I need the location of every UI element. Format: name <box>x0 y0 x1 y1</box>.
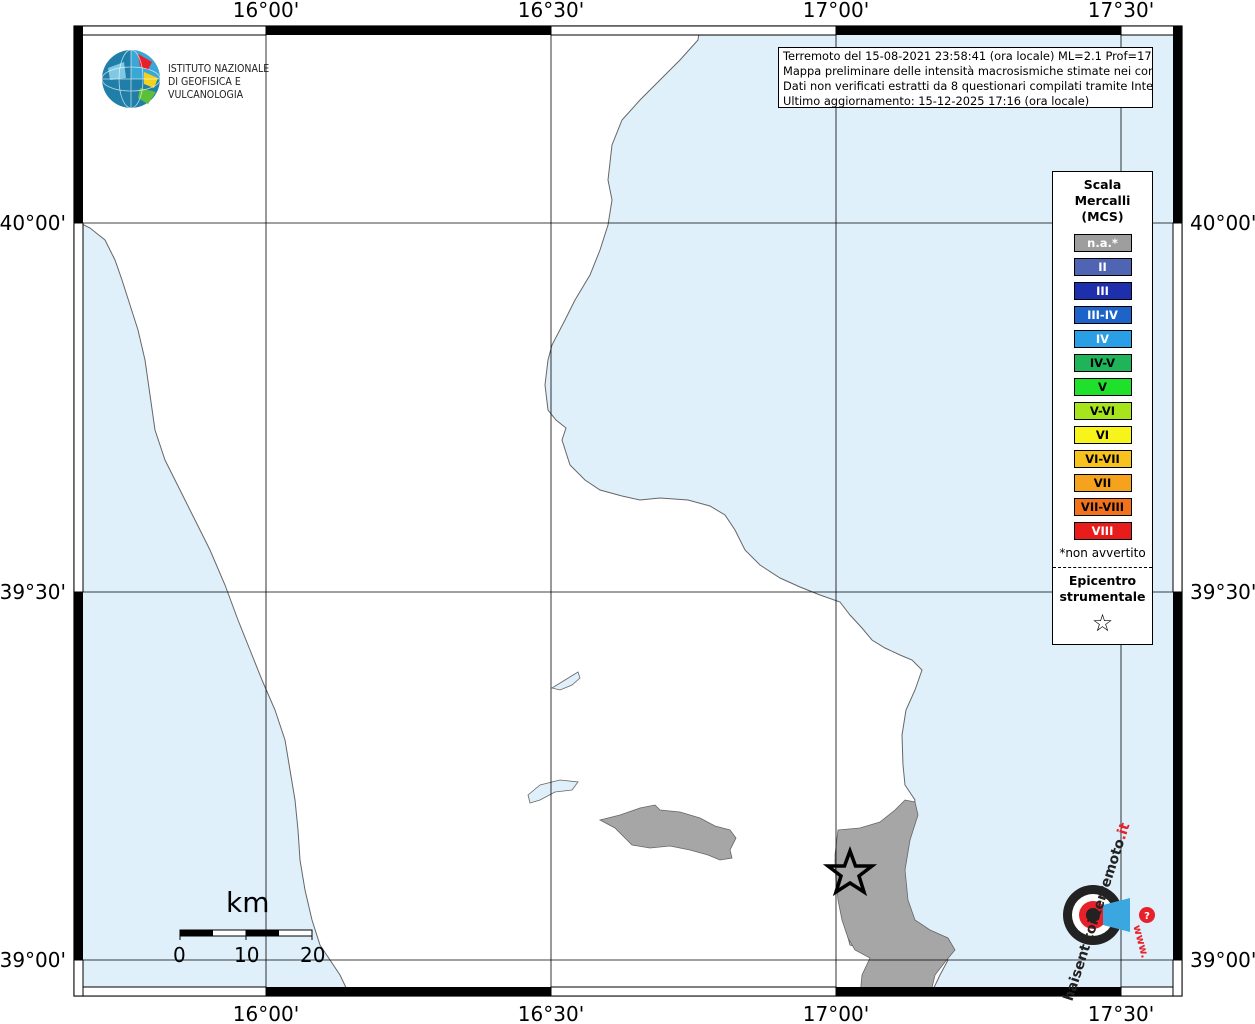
intensity-legend: Scala Mercalli (MCS) n.a.* II III III-IV IV I… <box>1052 171 1153 645</box>
legend-title-line3: (MCS) <box>1081 209 1124 224</box>
event-info-line3: Dati non verificati estratti da 8 questi… <box>783 79 1153 93</box>
legend-title: Scala Mercalli (MCS) <box>1053 177 1152 225</box>
scale-unit: km <box>226 886 270 919</box>
lon-tick-top-1: 16°00' <box>233 0 299 22</box>
legend-item: n.a.* <box>1073 234 1132 252</box>
legend-star-icon: ☆ <box>1091 609 1114 637</box>
event-info-line2: Mappa preliminare delle intensità macros… <box>783 64 1153 78</box>
legend-epicentre-label: Epicentro strumentale <box>1053 573 1152 605</box>
legend-item: VI-VII <box>1073 450 1132 468</box>
ingv-logo-line1: ISTITUTO NAZIONALE <box>168 63 270 75</box>
lon-tick-bottom-1: 16°00' <box>233 1002 299 1024</box>
legend-title-line2: Mercalli <box>1074 193 1131 208</box>
lon-tick-top-3: 17°00' <box>803 0 869 22</box>
legend-item: IV-V <box>1073 354 1132 372</box>
scale-label-10: 10 <box>234 943 260 967</box>
lon-tick-bottom-4: 17°30' <box>1088 1002 1154 1024</box>
lon-tick-top-2: 16°30' <box>518 0 584 22</box>
lat-tick-left-2: 39°30' <box>0 580 66 604</box>
lon-tick-bottom-2: 16°30' <box>518 1002 584 1024</box>
lat-tick-right-2: 39°30' <box>1190 580 1255 604</box>
scale-label-20: 20 <box>300 943 326 967</box>
legend-list: n.a.* II III III-IV IV IV-V V V-VI VI VI-VII VII VI… <box>1053 234 1152 540</box>
watermark-text: haisentitoilterremoto.it www. <box>1022 821 1162 1003</box>
lon-tick-top-4: 17°30' <box>1088 0 1154 22</box>
event-info-line1: Terremoto del 15-08-2021 23:58:41 (ora l… <box>783 49 1153 63</box>
legend-item: III-IV <box>1073 306 1132 324</box>
legend-item: VI <box>1073 426 1132 444</box>
legend-title-line1: Scala <box>1083 177 1122 192</box>
ingv-logo-line2: DI GEOFISICA E VULCANOLOGIA <box>168 76 244 101</box>
legend-item: IV <box>1073 330 1132 348</box>
watermark-www: www. <box>1130 923 1151 959</box>
ingv-logo-text: ISTITUTO NAZIONALE DI GEOFISICA E VULCAN… <box>168 63 310 102</box>
legend-item: II <box>1073 258 1132 276</box>
watermark-www-text: www. <box>1130 923 1152 960</box>
lon-tick-bottom-3: 17°00' <box>803 1002 869 1024</box>
scale-label-0: 0 <box>173 943 186 967</box>
legend-item: V <box>1073 378 1132 396</box>
event-info-box: Terremoto del 15-08-2021 23:58:41 (ora l… <box>778 47 1153 108</box>
event-info-line4: Ultimo aggiornamento: 15-12-2025 17:16 (… <box>783 94 1090 108</box>
legend-epicentre-line1: Epicentro <box>1068 573 1137 588</box>
legend-item: VIII <box>1073 522 1132 540</box>
legend-item: VII-VIII <box>1073 498 1132 516</box>
globe-icon <box>101 49 161 109</box>
legend-item: III <box>1073 282 1132 300</box>
legend-separator <box>1053 567 1152 568</box>
legend-epicentre-line2: strumentale <box>1059 589 1146 604</box>
legend-item: VII <box>1073 474 1132 492</box>
legend-note: *non avvertito <box>1059 546 1146 560</box>
lat-tick-left-1: 40°00' <box>0 211 66 235</box>
lat-tick-left-3: 39°00' <box>0 948 66 972</box>
lat-tick-right-1: 40°00' <box>1190 211 1255 235</box>
legend-item: V-VI <box>1073 402 1132 420</box>
ingv-logo: ISTITUTO NAZIONALE DI GEOFISICA E VULCAN… <box>100 48 310 110</box>
lat-tick-right-3: 39°00' <box>1190 948 1255 972</box>
